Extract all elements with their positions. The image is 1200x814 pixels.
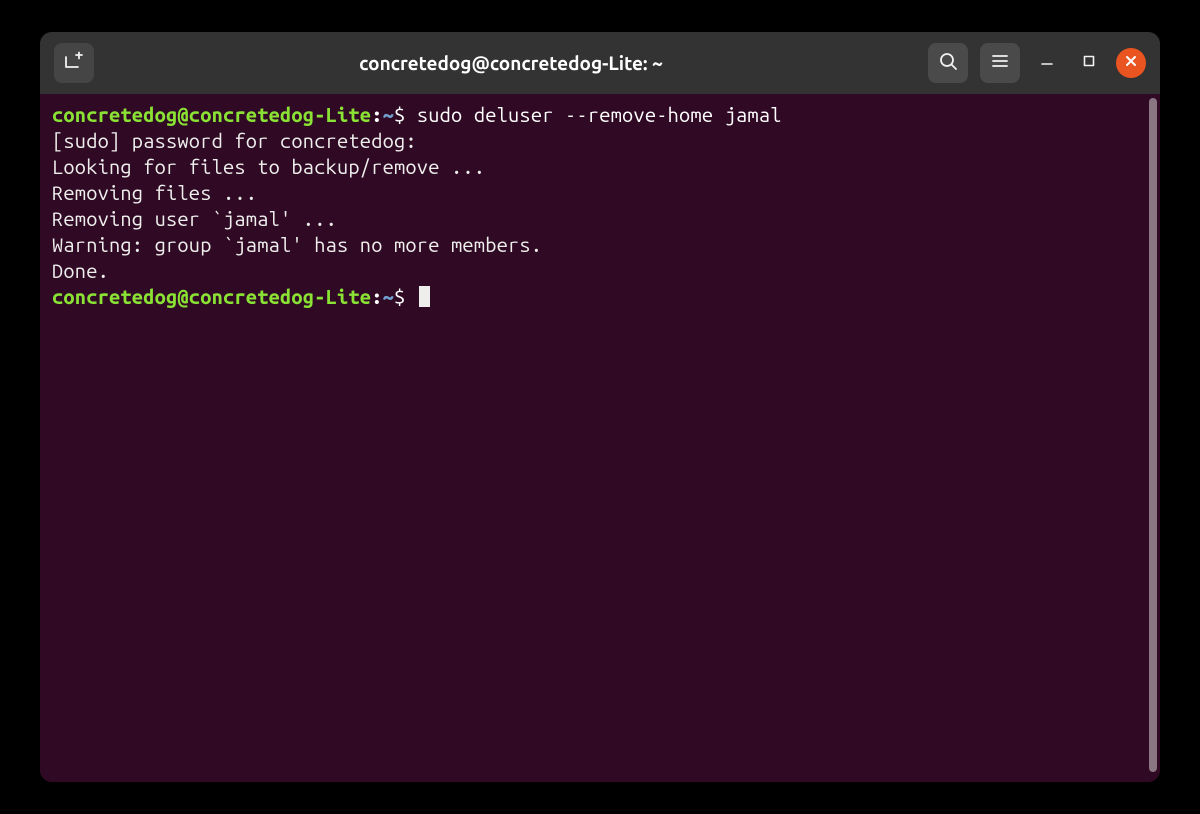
prompt-dollar: $ (394, 103, 417, 126)
prompt-dollar: $ (394, 285, 417, 308)
output-line: Done. (52, 259, 109, 282)
prompt-userhost: concretedog@concretedog-Lite (52, 285, 371, 308)
maximize-button[interactable] (1074, 48, 1104, 78)
window-title: concretedog@concretedog-Lite: ~ (104, 52, 918, 74)
output-line: Warning: group `jamal' has no more membe… (52, 233, 542, 256)
command-text: sudo deluser --remove-home jamal (417, 103, 782, 126)
close-button[interactable] (1116, 48, 1146, 78)
scrollbar[interactable] (1146, 94, 1160, 782)
search-icon (938, 51, 958, 75)
output-line: Removing files ... (52, 181, 257, 204)
titlebar: concretedog@concretedog-Lite: ~ (40, 32, 1160, 94)
prompt-sep: : (371, 103, 382, 126)
close-icon (1124, 54, 1138, 72)
output-line: Looking for files to backup/remove ... (52, 155, 485, 178)
output-line: Removing user `jamal' ... (52, 207, 337, 230)
prompt-path: ~ (383, 103, 394, 126)
maximize-icon (1081, 53, 1097, 73)
hamburger-icon (990, 51, 1010, 75)
prompt-userhost: concretedog@concretedog-Lite (52, 103, 371, 126)
minimize-icon (1039, 53, 1055, 73)
new-tab-button[interactable] (54, 43, 94, 83)
prompt-sep: : (371, 285, 382, 308)
terminal-content[interactable]: concretedog@concretedog-Lite:~$ sudo del… (40, 94, 1146, 782)
prompt-path: ~ (383, 285, 394, 308)
terminal-window: concretedog@concretedog-Lite: ~ (40, 32, 1160, 782)
output-line: [sudo] password for concretedog: (52, 129, 428, 152)
minimize-button[interactable] (1032, 48, 1062, 78)
cursor-block (419, 286, 430, 307)
terminal-area: concretedog@concretedog-Lite:~$ sudo del… (40, 94, 1160, 782)
scrollbar-thumb[interactable] (1149, 98, 1157, 772)
search-button[interactable] (928, 43, 968, 83)
new-tab-icon (63, 50, 85, 76)
menu-button[interactable] (980, 43, 1020, 83)
